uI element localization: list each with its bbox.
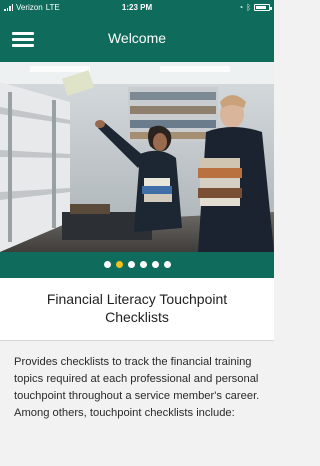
- description-panel: Provides checklists to track the financi…: [0, 340, 274, 466]
- description-text: Provides checklists to track the financi…: [14, 356, 260, 419]
- status-right: ◔ ᛒ: [238, 3, 272, 12]
- hero-image: [0, 62, 274, 252]
- library-photo: [0, 62, 274, 252]
- title-card: Financial Literacy Touchpoint Checklists: [0, 278, 274, 340]
- carousel-indicator: [0, 252, 274, 278]
- carousel-dot[interactable]: [151, 261, 159, 268]
- page-title: Welcome: [107, 30, 167, 46]
- carousel-dot[interactable]: [127, 261, 135, 268]
- checklist-title: Financial Literacy Touchpoint Checklists: [46, 291, 228, 325]
- bluetooth-icon: ᛒ: [246, 3, 251, 12]
- carousel-dots: [0, 261, 274, 268]
- carousel-dot[interactable]: [163, 261, 171, 268]
- carousel-dot[interactable]: [115, 261, 123, 268]
- carousel-dot[interactable]: [139, 261, 147, 268]
- status-time: 1:23 PM: [121, 3, 153, 12]
- app-bar: Welcome: [0, 16, 274, 62]
- alarm-icon: ◔: [238, 3, 244, 12]
- status-bar: Verizon LTE 1:23 PM ◔ ᛒ: [0, 0, 274, 16]
- battery-icon: [254, 4, 272, 11]
- carousel-dot[interactable]: [103, 261, 111, 268]
